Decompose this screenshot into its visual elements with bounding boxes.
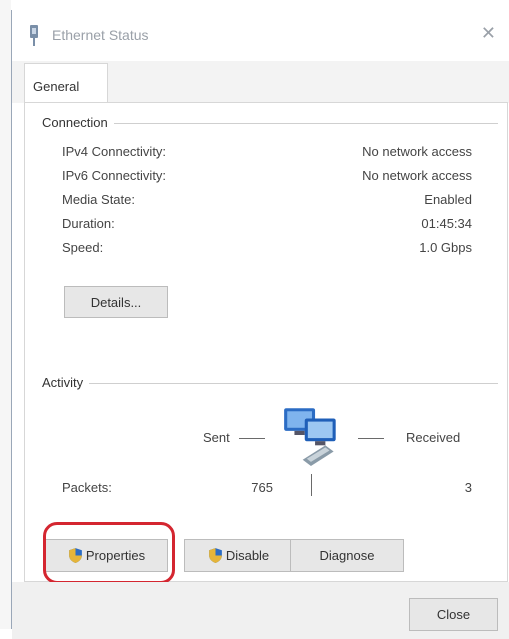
packets-separator bbox=[311, 474, 312, 496]
ipv6-value: No network access bbox=[362, 168, 472, 183]
media-state-value: Enabled bbox=[424, 192, 472, 207]
close-button[interactable]: Close bbox=[409, 598, 498, 631]
ipv4-label: IPv4 Connectivity: bbox=[62, 144, 167, 159]
media-state-label: Media State: bbox=[62, 192, 135, 207]
disable-button[interactable]: Disable bbox=[184, 539, 292, 572]
window-title: Ethernet Status bbox=[52, 27, 149, 43]
activity-group-label: Activity bbox=[42, 375, 90, 390]
activity-divider bbox=[42, 383, 498, 384]
disable-label: Disable bbox=[225, 548, 270, 563]
packets-received-value: 3 bbox=[464, 480, 472, 495]
tab-general[interactable]: General bbox=[24, 63, 108, 103]
ipv4-value: No network access bbox=[362, 144, 472, 159]
received-label: Received bbox=[406, 430, 461, 445]
details-button[interactable]: Details... bbox=[64, 286, 168, 318]
connection-group-label: Connection bbox=[42, 115, 114, 130]
network-computers-icon bbox=[284, 408, 336, 466]
packets-label: Packets: bbox=[62, 480, 112, 495]
duration-value: 01:45:34 bbox=[421, 216, 472, 231]
network-adapter-icon bbox=[30, 25, 38, 46]
properties-highlight bbox=[43, 522, 175, 584]
background-edge bbox=[0, 0, 11, 629]
speed-label: Speed: bbox=[62, 240, 104, 255]
sent-label: Sent bbox=[203, 430, 230, 445]
diagnose-button[interactable]: Diagnose bbox=[290, 539, 404, 572]
speed-value: 1.0 Gbps bbox=[419, 240, 472, 255]
ethernet-status-dialog: Ethernet Status ✕ General Connection IPv… bbox=[11, 10, 509, 639]
shield-icon bbox=[208, 548, 222, 563]
sent-line bbox=[239, 438, 265, 439]
received-line bbox=[358, 438, 384, 439]
close-icon[interactable]: ✕ bbox=[481, 23, 496, 44]
packets-sent-value: 765 bbox=[251, 480, 273, 495]
title-bar: Ethernet Status ✕ bbox=[12, 10, 509, 52]
ipv6-label: IPv6 Connectivity: bbox=[62, 168, 167, 183]
duration-label: Duration: bbox=[62, 216, 115, 231]
